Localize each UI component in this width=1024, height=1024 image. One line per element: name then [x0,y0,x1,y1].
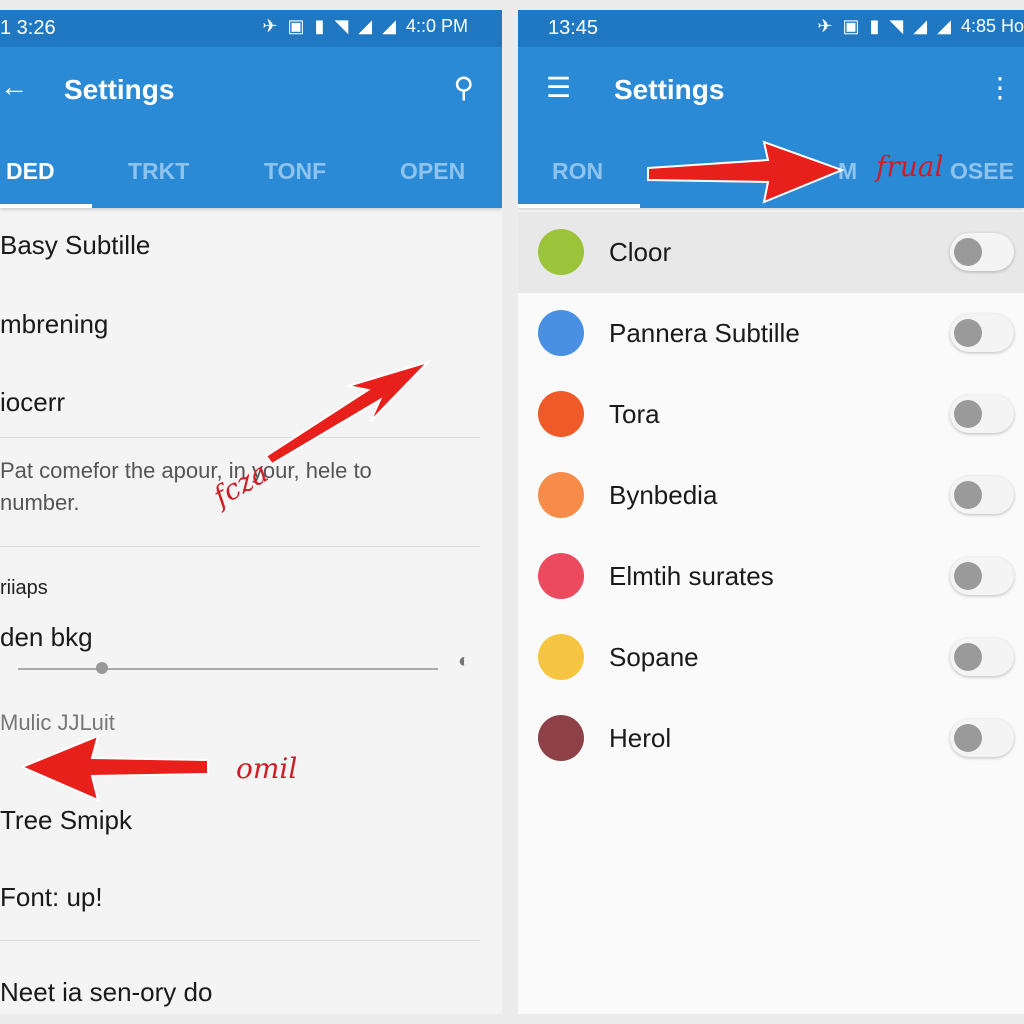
red-arrow-up-right [264,359,432,466]
section-header: riiaps [0,577,48,599]
brightness-icon: ◐ [458,650,471,672]
status-clock: 4:85 Ho [960,16,1024,36]
status-time: 1 3:26 [0,17,56,39]
status-clock: 4::0 PM [405,16,468,36]
tab-indicator [518,204,640,208]
wifi-icon: ◥ [334,16,349,36]
app-bar: ← Settings ⚲ [0,47,502,130]
setting-row[interactable]: Herol [518,698,1024,779]
toggle-switch[interactable] [950,557,1014,595]
handwritten-annotation: frual [876,150,944,183]
setting-label: Tora [609,399,660,429]
tab-tonf[interactable]: TONF [264,158,326,185]
list-item[interactable]: iocerr [0,387,65,418]
notification-icon: ▣ [842,16,860,36]
color-dot [538,229,584,275]
app-bar: ☰ Settings ⋮ [518,47,1024,130]
setting-row[interactable]: Sopane [518,617,1024,698]
color-dot [538,715,584,761]
list-item[interactable]: Neet ia sen-ory do [0,977,212,1008]
tab-ron[interactable]: RON [552,158,603,185]
toggle-switch[interactable] [950,719,1014,757]
toggle-thumb [954,724,982,752]
toggle-switch[interactable] [950,233,1014,271]
toggle-switch[interactable] [950,638,1014,676]
menu-icon[interactable]: ☰ [546,71,571,104]
red-arrow-left [19,734,209,802]
search-icon[interactable]: ⚲ [453,71,474,104]
handwritten-annotation: omil [236,752,298,785]
airplane-icon: ✈ [262,16,278,36]
color-dot [538,472,584,518]
subheader: Mulic JJLuit [0,710,115,735]
divider [0,940,480,941]
setting-row[interactable]: Tora [518,374,1024,455]
tab-indicator [0,204,92,208]
signal-icon-2: ◢ [937,16,951,36]
list-item[interactable]: Font: up! [0,882,103,913]
setting-row[interactable]: Bynbedia [518,455,1024,536]
list-item[interactable]: mbrening [0,309,108,340]
more-options-icon[interactable]: ⋮ [986,71,1014,104]
divider [0,437,480,438]
toggle-switch[interactable] [950,314,1014,352]
setting-label: Herol [609,723,672,753]
toggle-thumb [954,238,982,266]
page-title: Settings [64,74,175,105]
tab-osee[interactable]: OSEE [950,158,1014,185]
right-screen: 13:45 ✈ ▣ ▮ ◥ ◢ ◢ 4:85 Ho ☰ Settings ⋮ RON M O… [518,10,1024,1014]
setting-label: Pannera Subtille [609,318,800,348]
setting-label: Cloor [609,237,672,267]
tab-bar: RON M OSEE [518,130,1024,208]
status-bar: 13:45 ✈ ▣ ▮ ◥ ◢ ◢ 4:85 Ho [518,10,1024,47]
tab-bar: DED TRKT TONF OPEN [0,130,502,208]
divider [0,546,480,547]
toggle-switch[interactable] [950,476,1014,514]
tab-open[interactable]: OPEN [400,158,465,185]
signal-icon: ◢ [358,16,373,36]
left-screen: 1 3:26 ✈ ▣ ▮ ◥ ◢ ◢ 4::0 PM ← Settings ⚲ DED TR… [0,10,502,1014]
setting-row[interactable]: Cloor [518,212,1024,293]
slider-label: den bkg [0,622,93,652]
color-dot [538,553,584,599]
toggle-thumb [954,481,982,509]
battery-icon: ▮ [869,16,880,36]
color-dot [538,391,584,437]
setting-row[interactable]: Elmtih surates [518,536,1024,617]
signal-icon-2: ◢ [382,16,396,36]
toggle-thumb [954,643,982,671]
setting-label: Bynbedia [609,480,718,510]
signal-icon: ◢ [913,16,928,36]
toggle-thumb [954,400,982,428]
wifi-icon: ◥ [889,16,904,36]
color-dot [538,634,584,680]
setting-label: Sopane [609,642,699,672]
status-bar: 1 3:26 ✈ ▣ ▮ ◥ ◢ ◢ 4::0 PM [0,10,502,47]
notification-icon: ▣ [287,16,305,36]
setting-label: Elmtih surates [609,561,774,591]
slider[interactable] [18,662,438,674]
battery-icon: ▮ [314,16,325,36]
tab-ded[interactable]: DED [6,158,55,185]
page-title: Settings [614,74,725,105]
list-item[interactable]: Basy Subtille [0,230,150,261]
slider-thumb[interactable] [96,662,108,674]
toggle-switch[interactable] [950,395,1014,433]
tab-m[interactable]: M [838,158,857,185]
color-dot [538,310,584,356]
back-arrow-icon[interactable]: ← [0,71,28,103]
airplane-icon: ✈ [817,16,833,36]
status-time: 13:45 [548,17,599,39]
tab-trkt[interactable]: TRKT [128,158,189,185]
toggle-thumb [954,319,982,347]
toggle-thumb [954,562,982,590]
setting-row[interactable]: Pannera Subtille [518,293,1024,374]
list-item[interactable]: Tree Smipk [0,805,132,836]
